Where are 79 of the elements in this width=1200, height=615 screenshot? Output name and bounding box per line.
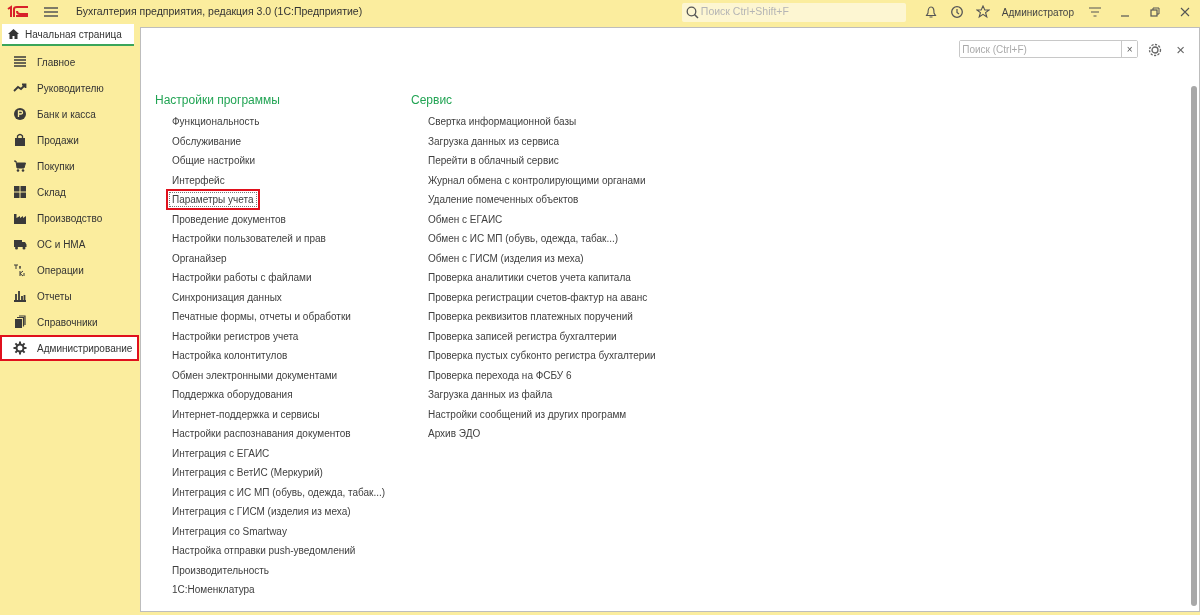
settings-link[interactable]: Интеграция с ЕГАИС (169, 445, 273, 461)
settings-link[interactable]: Поддержка оборудования (169, 387, 296, 402)
section-title: Настройки программы (155, 92, 280, 108)
settings-link[interactable]: Синхронизация данных (169, 289, 285, 305)
sidebar-item[interactable]: Склад (0, 179, 139, 205)
settings-link[interactable]: Архив ЭДО (425, 426, 484, 441)
sidebar-item[interactable]: Производство (0, 205, 139, 231)
sidebar-item[interactable]: Руководителю (0, 75, 139, 101)
sidebar-item[interactable]: Справочники (0, 309, 139, 335)
settings-link[interactable]: 1С:Номенклатура (169, 582, 258, 597)
home-icon (8, 29, 19, 39)
settings-link[interactable]: Свертка информационной базы (425, 114, 580, 129)
settings-link[interactable]: Журнал обмена с контролирующими органами (425, 172, 649, 188)
sidebar-item[interactable]: Отчеты (0, 283, 139, 309)
settings-link[interactable]: Настройки пользователей и прав (169, 231, 329, 246)
sidebar-item[interactable]: Продажи (0, 127, 139, 153)
cart-icon (13, 159, 27, 173)
settings-link[interactable]: Органайзер (169, 250, 230, 266)
settings-link[interactable]: Интеграция со Smartway (169, 523, 290, 539)
scrollbar[interactable] (1191, 86, 1197, 606)
search-icon (685, 5, 699, 19)
settings-link[interactable]: Интернет-поддержка и сервисы (169, 406, 323, 422)
settings-link[interactable]: Настройки сообщений из других программ (425, 406, 630, 422)
settings-link[interactable]: Настройки распознавания документов (169, 426, 354, 441)
bag-icon (13, 133, 27, 147)
settings-link[interactable]: Проведение документов (169, 211, 289, 227)
settings-link[interactable]: Проверка аналитики счетов учета капитала (425, 270, 634, 285)
settings-link[interactable]: Загрузка данных из файла (425, 387, 556, 402)
grid-icon (13, 185, 27, 199)
close-button[interactable]: × (1172, 41, 1189, 57)
window-title: Бухгалтерия предприятия, редакция 3.0 (1С:Предприятие) (76, 4, 363, 20)
sidebar-item[interactable]: Главное (0, 49, 139, 75)
sidebar-item[interactable]: Администрирование (0, 335, 139, 361)
section-title: Сервис (411, 92, 453, 108)
settings-link[interactable]: Загрузка данных из сервиса (425, 133, 563, 149)
logo-icon (6, 5, 30, 19)
settings-link[interactable]: Настройки работы с файлами (169, 270, 315, 285)
settings-link[interactable]: Интеграция с ИС МП (обувь, одежда, табак...) (169, 484, 389, 500)
settings-link[interactable]: Удаление помеченных объектов (425, 192, 582, 207)
list-icon (13, 55, 27, 69)
settings-link[interactable]: Обмен с ИС МП (обувь, одежда, табак...) (425, 231, 622, 246)
settings-link[interactable]: Обмен с ГИСМ (изделия из меха) (425, 250, 587, 266)
search-field[interactable]: Поиск (Ctrl+F) × (959, 40, 1139, 58)
settings-link[interactable]: Проверка реквизитов платежных поручений (425, 309, 636, 324)
truck-icon (13, 237, 27, 251)
sidebar-item[interactable]: Банк и касса (0, 101, 139, 127)
search-input[interactable]: Поиск Ctrl+Shift+F (698, 4, 899, 20)
settings-link[interactable]: Перейти в облачный сервис (425, 153, 562, 168)
search-field[interactable]: Поиск Ctrl+Shift+F (681, 2, 906, 22)
settings-link[interactable]: Настройка отправки push-уведомлений (169, 543, 359, 558)
home-tab[interactable]: Начальная страница (2, 24, 134, 46)
factory-icon (13, 211, 27, 225)
settings-link[interactable]: Интерфейс (169, 172, 228, 188)
coin-icon (13, 107, 27, 121)
bar-chart-icon (13, 289, 27, 303)
books-icon (13, 315, 27, 329)
sidebar-item[interactable]: ОС и НМА (0, 231, 139, 257)
settings-link[interactable]: Настройка колонтитулов (169, 348, 291, 363)
settings-link[interactable]: Проверка перехода на ФСБУ 6 (425, 367, 575, 383)
settings-link[interactable]: Производительность (169, 562, 273, 578)
settings-link[interactable]: Проверка записей регистра бухгалтерии (425, 328, 620, 344)
settings-link[interactable]: Интеграция с ВетИС (Меркурий) (169, 465, 326, 480)
settings-link[interactable]: Проверка регистрации счетов-фактур на аванс (425, 289, 651, 305)
sidebar-item[interactable]: Покупки (0, 153, 139, 179)
settings-link[interactable]: Обмен электронными документами (169, 367, 341, 383)
debit-credit-icon (13, 263, 27, 277)
settings-link[interactable]: Функциональность (169, 114, 263, 129)
settings-link[interactable]: Обслуживание (169, 133, 245, 149)
settings-link[interactable]: Интеграция с ГИСМ (изделия из меха) (169, 504, 354, 519)
sidebar-item[interactable]: Операции (0, 257, 139, 283)
settings-link[interactable]: Печатные формы, отчеты и обработки (169, 309, 354, 324)
settings-link[interactable]: Проверка пустых субконто регистра бухгалтерии (425, 348, 659, 363)
settings-link[interactable]: Обмен с ЕГАИС (425, 211, 506, 227)
settings-link[interactable]: Общие настройки (169, 153, 258, 168)
settings-icon (13, 341, 27, 355)
settings-link[interactable]: Настройки регистров учета (169, 328, 302, 344)
clear-button[interactable]: × (1121, 41, 1138, 57)
settings-link[interactable]: Параметры учета (169, 192, 257, 207)
user-name: Администратор (1001, 5, 1074, 20)
